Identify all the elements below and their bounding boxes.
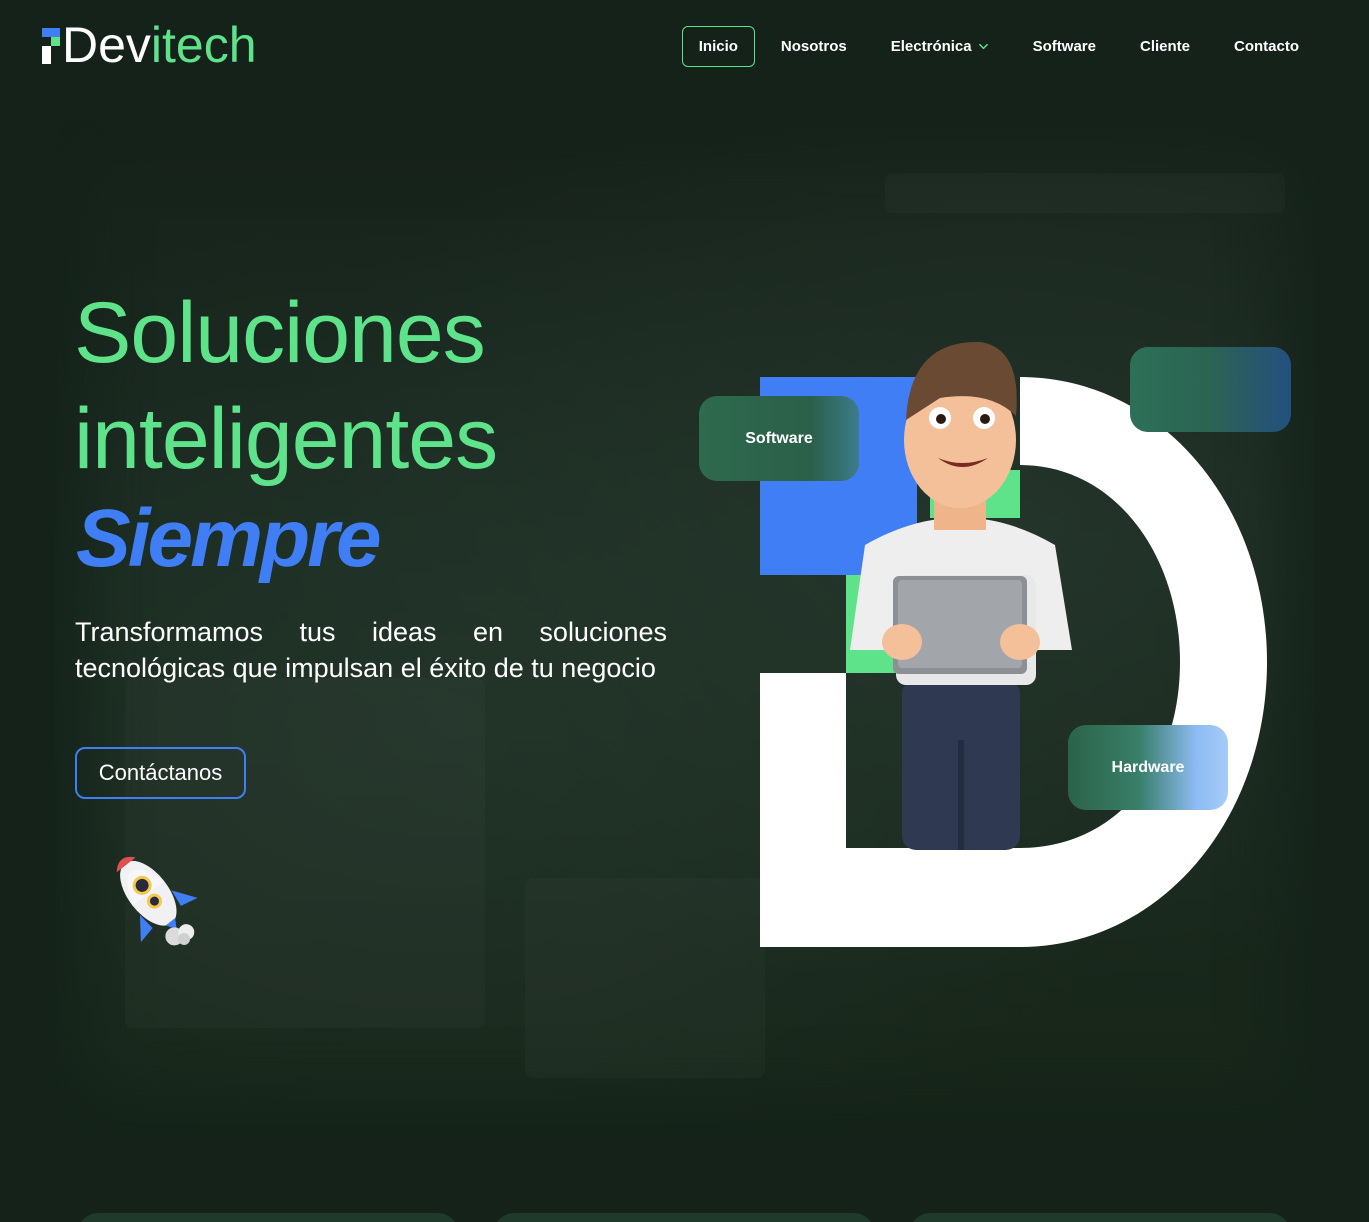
nav-item-inicio[interactable]: Inicio	[681, 26, 755, 67]
rocket-icon	[116, 856, 198, 946]
hardware-tag: Hardware	[1068, 725, 1228, 810]
nav-item-cliente[interactable]: Cliente	[1118, 26, 1212, 67]
hardware-tag-label: Hardware	[1111, 758, 1185, 776]
nav-label: Nosotros	[780, 38, 847, 55]
software-tag-label: Software	[745, 429, 813, 447]
brand-name: Devitech	[62, 16, 257, 74]
hero-subtitle: Transformamos tus ideas en soluciones te…	[75, 617, 667, 683]
feature-card	[494, 1213, 874, 1222]
hero-accent-word: Siempre	[76, 493, 382, 584]
nav-item-contacto[interactable]: Contacto	[1212, 26, 1321, 67]
nav-label: Inicio	[698, 38, 738, 55]
main-nav: Inicio Nosotros Electrónica Software Cli…	[681, 26, 1321, 67]
nav-label: Electrónica	[890, 38, 972, 55]
chevron-down-icon	[978, 43, 988, 50]
hero-title-line-1: Soluciones	[74, 285, 486, 381]
brand-name-part1: Dev	[62, 17, 151, 73]
hero-illustration: Software Hardware	[690, 320, 1310, 960]
brand-name-part2: itech	[150, 17, 257, 73]
hero-title-line-2: inteligentes	[74, 391, 498, 487]
nav-label: Cliente	[1139, 38, 1190, 55]
nav-item-electronica[interactable]: Electrónica	[869, 26, 1011, 67]
feature-card	[78, 1213, 458, 1222]
contact-button[interactable]: Contáctanos	[75, 747, 246, 799]
blank-tag	[1130, 347, 1291, 432]
background-lamp	[885, 173, 1285, 213]
nav-label: Software	[1032, 38, 1096, 55]
software-tag: Software	[699, 396, 859, 481]
nav-item-nosotros[interactable]: Nosotros	[759, 26, 869, 67]
nav-item-software[interactable]: Software	[1011, 26, 1118, 67]
nav-label: Contacto	[1234, 38, 1299, 55]
feature-card	[910, 1213, 1290, 1222]
hero-title: Soluciones inteligentes	[74, 280, 498, 492]
brand-logo[interactable]: Devitech	[42, 17, 272, 73]
